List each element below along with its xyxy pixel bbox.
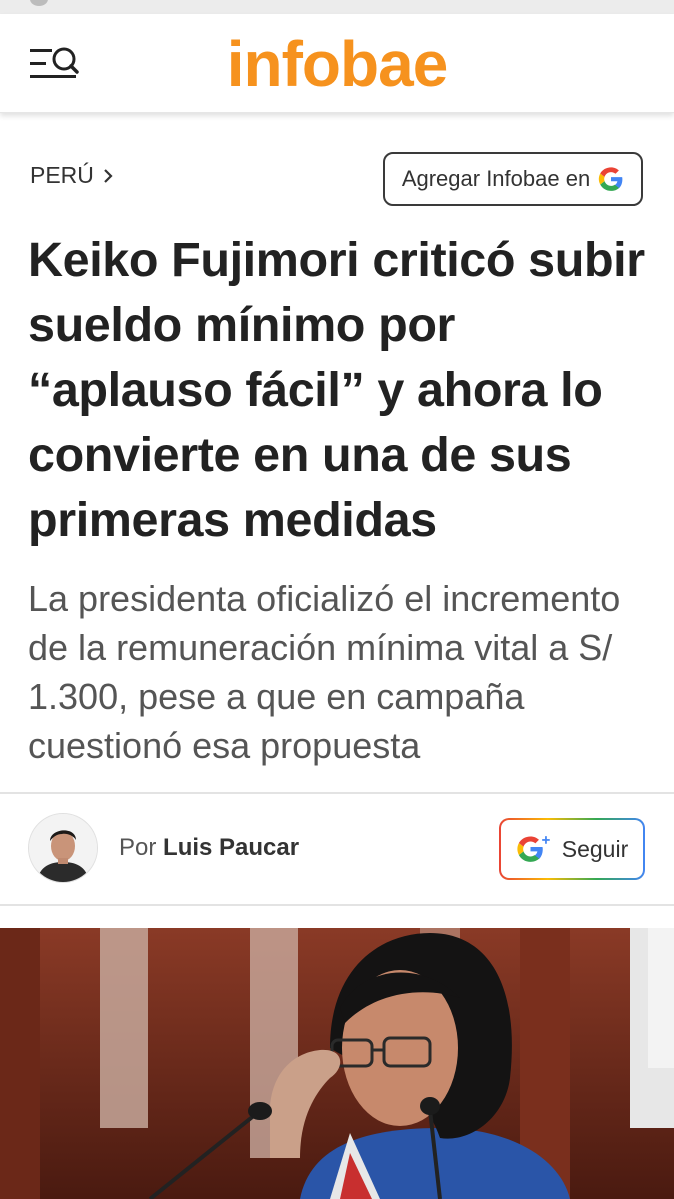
top-bar: infobae	[0, 14, 674, 113]
author-photo	[29, 814, 97, 882]
google-pref-label: Agregar Infobae en	[401, 166, 591, 191]
divider-bottom	[0, 904, 674, 906]
byline: Por Luis Paucar	[119, 834, 299, 862]
author-avatar[interactable]	[29, 814, 97, 882]
google-plus-icon	[517, 836, 550, 862]
status-bar	[0, 0, 674, 14]
follow-label: Seguir	[561, 835, 629, 862]
site-logo[interactable]: infobae	[0, 28, 674, 100]
status-indicator	[30, 0, 48, 6]
byline-prefix: Por	[119, 834, 157, 861]
breadcrumb-label: PERÚ	[30, 162, 94, 188]
chevron-right-icon	[104, 168, 113, 183]
follow-google-button[interactable]: Seguir	[499, 818, 645, 880]
add-infobae-google-button[interactable]: Agregar Infobae en	[383, 152, 643, 206]
article-subheadline: La presidenta oficializó el incremento d…	[28, 578, 621, 766]
hero-photo	[0, 928, 674, 1199]
author-name[interactable]: Luis Paucar	[163, 834, 299, 861]
hero-image[interactable]	[0, 928, 674, 1199]
divider-top	[0, 792, 674, 794]
google-g-icon	[599, 167, 623, 191]
breadcrumb-section[interactable]: PERÚ	[30, 162, 114, 189]
article-headline: Keiko Fujimori criticó subir sueldo míni…	[28, 233, 645, 547]
